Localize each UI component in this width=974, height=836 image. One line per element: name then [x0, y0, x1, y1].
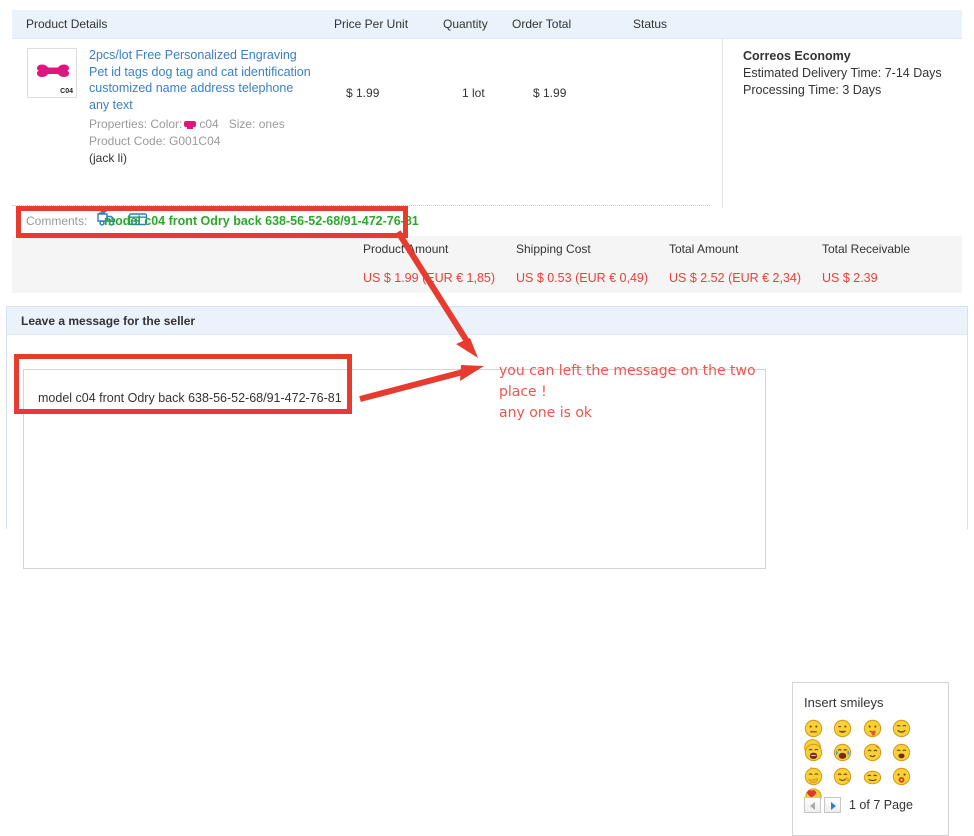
smiley-row: [804, 767, 939, 805]
smiley-prev-page-button[interactable]: [804, 797, 821, 813]
smiley-tongue-out-icon[interactable]: [863, 719, 882, 738]
column-header-quantity: Quantity: [443, 17, 488, 31]
summary-value-shipping-cost: US $ 0.53 (EUR € 0,49): [516, 271, 649, 285]
cell-quantity: 1 lot: [462, 86, 485, 100]
leave-message-title: Leave a message for the seller: [21, 314, 196, 328]
properties-color-value: c04: [199, 117, 219, 131]
smiley-shocked-red-icon[interactable]: [892, 767, 911, 786]
smiley-neutral-icon[interactable]: [804, 719, 823, 738]
annotation-highlight-textarea: [14, 354, 352, 414]
smiley-wink-tongue-icon[interactable]: [833, 719, 852, 738]
summary-header-product-amount: Product Amount: [363, 242, 449, 256]
column-header-order-total: Order Total: [512, 17, 572, 31]
smiley-hand-over-mouth-icon[interactable]: [804, 767, 823, 786]
product-title-line-1[interactable]: 2pcs/lot Free Personalized Engraving: [89, 47, 334, 64]
column-header-status: Status: [633, 17, 668, 31]
summary-header-total-amount: Total Amount: [669, 242, 739, 256]
summary-header-shipping-cost: Shipping Cost: [516, 242, 591, 256]
leave-message-header: Leave a message for the seller: [7, 307, 967, 335]
smiley-laugh-open-icon[interactable]: [804, 743, 823, 762]
thumbnail-code-label: C04: [60, 88, 73, 95]
column-header-product-details: Product Details: [26, 17, 108, 31]
cell-price-per-unit: $ 1.99: [346, 86, 380, 100]
smiley-sideways-icon[interactable]: [863, 767, 882, 786]
summary-header-total-receivable: Total Receivable: [822, 242, 911, 256]
product-title-line-4[interactable]: any text: [89, 97, 334, 114]
smiley-grin-icon[interactable]: [892, 719, 911, 738]
annotation-note-line-1: you can left the message on the two: [499, 363, 756, 379]
insert-smileys-panel: Insert smileys 1 of 7 Page: [792, 682, 949, 836]
chevron-left-icon: [810, 802, 815, 810]
smiley-shy-icon[interactable]: [863, 743, 882, 762]
smiley-cry-laugh-icon[interactable]: [833, 743, 852, 762]
smiley-page-indicator: 1 of 7 Page: [849, 798, 913, 812]
dog-bone-tag-icon: [37, 64, 69, 77]
summary-value-total-amount: US $ 2.52 (EUR € 2,34): [669, 271, 802, 285]
product-title-line-2[interactable]: Pet id tags dog tag and cat identificati…: [89, 64, 334, 81]
product-title-line-3[interactable]: customized name address telephone: [89, 80, 334, 97]
properties-size: Size: ones: [228, 117, 285, 131]
order-table-header: Product Details Price Per Unit Quantity …: [12, 10, 962, 39]
order-table-row: C04 2pcs/lot Free Personalized Engraving…: [12, 39, 963, 226]
smiley-row: [804, 719, 939, 756]
insert-smileys-title: Insert smileys: [804, 695, 884, 710]
smiley-pager: 1 of 7 Page: [804, 797, 913, 813]
chevron-right-icon: [831, 802, 836, 810]
column-header-price-per-unit: Price Per Unit: [334, 17, 409, 31]
product-code: Product Code: G001C04: [89, 134, 221, 148]
cell-order-total: $ 1.99: [533, 86, 567, 100]
summary-value-product-amount: US $ 1.99 (EUR € 1,85): [363, 271, 496, 285]
properties-label: Properties: Color:: [89, 117, 183, 131]
buyer-name: (jack li): [89, 151, 127, 165]
status-column-divider: [722, 39, 723, 208]
product-properties: Properties: Color: c04 Size: ones: [89, 117, 285, 131]
shipping-method-name: Correos Economy: [743, 49, 851, 63]
smiley-grid: [804, 719, 939, 805]
shipping-info: Correos Economy Estimated Delivery Time:…: [743, 48, 963, 99]
smiley-next-page-button[interactable]: [824, 797, 841, 813]
annotation-highlight-comments: [16, 206, 408, 238]
annotation-note-line-2: place !: [499, 384, 547, 400]
color-swatch-icon: [184, 121, 197, 130]
smiley-giggle-icon[interactable]: [833, 767, 852, 786]
smiley-row: [804, 743, 939, 776]
processing-time: Processing Time: 3 Days: [743, 83, 882, 97]
annotation-note-text: you can left the message on the two plac…: [499, 361, 769, 424]
smiley-hug-icon[interactable]: [892, 743, 911, 762]
product-title[interactable]: 2pcs/lot Free Personalized Engraving Pet…: [89, 47, 334, 113]
summary-value-total-receivable: US $ 2.39: [822, 271, 878, 285]
order-summary-row: Product Amount Shipping Cost Total Amoun…: [12, 236, 962, 293]
product-thumbnail[interactable]: C04: [27, 48, 77, 98]
estimated-delivery-time: Estimated Delivery Time: 7-14 Days: [743, 66, 942, 80]
leave-message-panel: Leave a message for the seller model c04…: [6, 306, 968, 836]
annotation-note-line-3: any one is ok: [499, 405, 592, 421]
